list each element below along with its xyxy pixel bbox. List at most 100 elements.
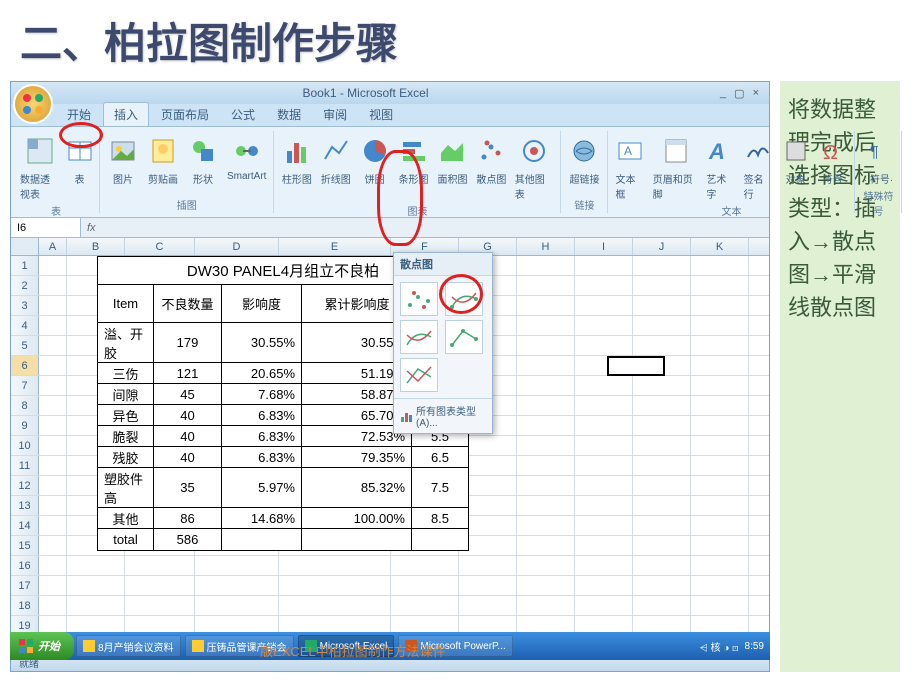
cell[interactable] xyxy=(39,296,67,315)
row-header[interactable]: 15 xyxy=(11,536,39,555)
cell[interactable] xyxy=(195,576,279,595)
cell[interactable] xyxy=(633,336,691,355)
row-header[interactable]: 9 xyxy=(11,416,39,435)
cell[interactable] xyxy=(691,456,749,475)
cell[interactable] xyxy=(691,276,749,295)
ribbon-tab-视图[interactable]: 视图 xyxy=(359,103,403,126)
cell[interactable] xyxy=(633,316,691,335)
cell[interactable] xyxy=(391,596,459,615)
cell[interactable] xyxy=(575,476,633,495)
row-header[interactable]: 17 xyxy=(11,576,39,595)
cell[interactable] xyxy=(39,256,67,275)
cell[interactable] xyxy=(633,396,691,415)
cell[interactable] xyxy=(691,396,749,415)
cell[interactable] xyxy=(633,496,691,515)
cell[interactable] xyxy=(39,616,67,633)
cell[interactable] xyxy=(575,436,633,455)
cell[interactable] xyxy=(39,336,67,355)
cell[interactable] xyxy=(39,516,67,535)
ribbon-area-button[interactable]: 面积图 xyxy=(434,131,471,188)
row-header[interactable]: 7 xyxy=(11,376,39,395)
column-header-J[interactable]: J xyxy=(633,238,691,255)
cell[interactable] xyxy=(691,356,749,375)
cell[interactable] xyxy=(691,496,749,515)
cell[interactable] xyxy=(39,356,67,375)
cell[interactable] xyxy=(575,516,633,535)
cell[interactable] xyxy=(125,616,195,633)
ribbon-tab-公式[interactable]: 公式 xyxy=(221,103,265,126)
cell[interactable] xyxy=(67,596,125,615)
cell[interactable] xyxy=(633,616,691,633)
task-item[interactable]: 8月产销会议资料 xyxy=(76,635,181,657)
ribbon-sym-button[interactable]: Ω符号 xyxy=(815,131,850,188)
cell[interactable] xyxy=(39,276,67,295)
all-chart-types[interactable]: 所有图表类型(A)... xyxy=(394,398,492,433)
cell[interactable] xyxy=(575,416,633,435)
cell[interactable] xyxy=(517,496,575,515)
cell[interactable] xyxy=(517,396,575,415)
cell[interactable] xyxy=(39,376,67,395)
ribbon-bar-button[interactable]: 条形图 xyxy=(395,131,432,188)
cell[interactable] xyxy=(391,576,459,595)
cell[interactable] xyxy=(691,576,749,595)
ribbon-tab-数据[interactable]: 数据 xyxy=(267,103,311,126)
cell[interactable] xyxy=(633,576,691,595)
row-header[interactable]: 11 xyxy=(11,456,39,475)
maximize-button[interactable]: ▢ xyxy=(734,87,744,100)
scatter-straight-lines[interactable] xyxy=(400,358,438,392)
cell[interactable] xyxy=(575,556,633,575)
cell[interactable] xyxy=(691,296,749,315)
row-header[interactable]: 8 xyxy=(11,396,39,415)
ribbon-column-button[interactable]: 柱形图 xyxy=(278,131,315,188)
worksheet[interactable]: ABCDEFGHIJK 1234567891011121314151617181… xyxy=(11,238,769,633)
ribbon-other-button[interactable]: 其他图表 xyxy=(512,131,557,203)
ribbon-pie-button[interactable]: 饼图 xyxy=(356,131,393,188)
cell[interactable] xyxy=(39,476,67,495)
cell[interactable] xyxy=(517,376,575,395)
cell[interactable] xyxy=(517,456,575,475)
cell[interactable] xyxy=(517,556,575,575)
cell[interactable] xyxy=(691,416,749,435)
column-header-D[interactable]: D xyxy=(195,238,279,255)
ribbon-line-button[interactable]: 折线图 xyxy=(317,131,354,188)
scatter-markers-only[interactable] xyxy=(400,282,438,316)
ribbon-link-button[interactable]: 超链接 xyxy=(565,131,603,188)
cell[interactable] xyxy=(575,276,633,295)
row-header[interactable]: 13 xyxy=(11,496,39,515)
row-header[interactable]: 16 xyxy=(11,556,39,575)
cell[interactable] xyxy=(39,416,67,435)
cell[interactable] xyxy=(633,416,691,435)
cell[interactable] xyxy=(279,616,391,633)
active-cell[interactable] xyxy=(607,356,665,376)
cell[interactable] xyxy=(195,556,279,575)
cell[interactable] xyxy=(517,436,575,455)
cell[interactable] xyxy=(67,556,125,575)
cell[interactable] xyxy=(575,316,633,335)
cell[interactable] xyxy=(633,476,691,495)
cell[interactable] xyxy=(691,436,749,455)
row-header[interactable]: 14 xyxy=(11,516,39,535)
column-header-E[interactable]: E xyxy=(279,238,391,255)
ribbon-wordart-button[interactable]: A艺术字 xyxy=(703,131,738,203)
cell[interactable] xyxy=(195,616,279,633)
column-header-I[interactable]: I xyxy=(575,238,633,255)
cell[interactable] xyxy=(575,496,633,515)
minimize-button[interactable]: _ xyxy=(720,87,726,100)
cell[interactable] xyxy=(575,596,633,615)
ribbon-obj-button[interactable]: 对象 xyxy=(778,131,813,188)
ribbon-shapes-button[interactable]: 形状 xyxy=(184,131,222,188)
row-header[interactable]: 4 xyxy=(11,316,39,335)
cell[interactable] xyxy=(517,256,575,275)
column-header-B[interactable]: B xyxy=(67,238,125,255)
cell[interactable] xyxy=(517,596,575,615)
cell[interactable] xyxy=(575,456,633,475)
cell[interactable] xyxy=(575,336,633,355)
row-header[interactable]: 6 xyxy=(11,356,39,375)
office-button[interactable] xyxy=(13,84,53,124)
cell[interactable] xyxy=(517,536,575,555)
row-header[interactable]: 2 xyxy=(11,276,39,295)
cell[interactable] xyxy=(633,296,691,315)
name-box[interactable]: I6 xyxy=(11,218,81,237)
cell[interactable] xyxy=(459,616,517,633)
cell[interactable] xyxy=(691,516,749,535)
